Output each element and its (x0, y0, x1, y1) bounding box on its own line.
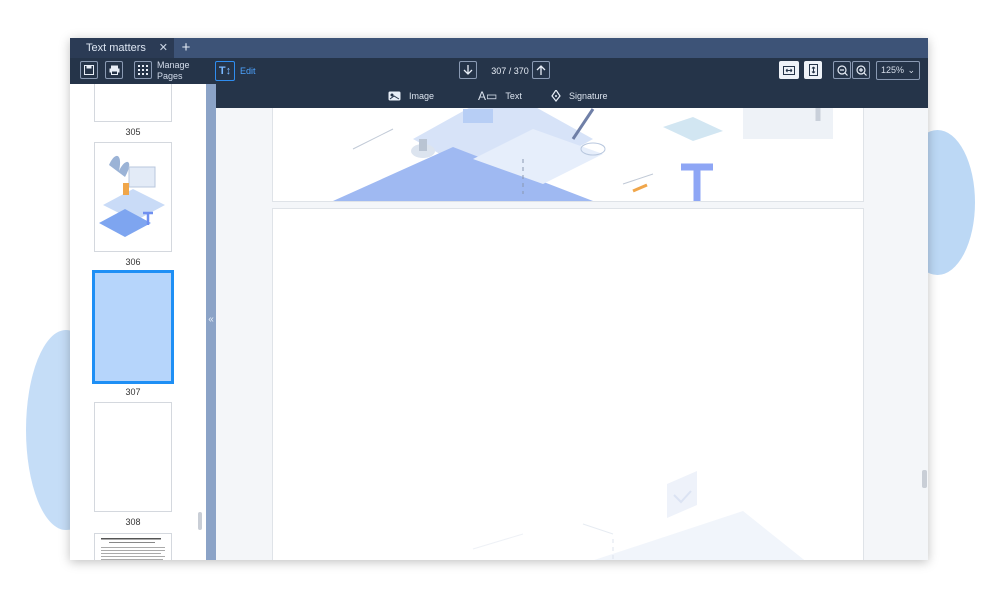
save-button[interactable] (80, 61, 98, 79)
page-thumbnail[interactable] (94, 533, 172, 560)
page-thumbnail[interactable] (94, 402, 172, 512)
text-tool-icon: A▭ (478, 89, 498, 103)
zoom-out-icon (836, 64, 848, 76)
manage-pages-label[interactable]: Manage Pages (157, 60, 190, 82)
page-thumbnail-selected[interactable] (92, 270, 174, 384)
insert-text-button[interactable]: A▭ Text (478, 84, 522, 108)
print-icon (109, 65, 119, 75)
page-text-preview (101, 538, 165, 560)
print-button[interactable] (105, 61, 123, 79)
arrow-up-icon (536, 65, 546, 75)
insert-image-button[interactable]: Image (388, 84, 434, 108)
fit-page-icon (808, 64, 818, 76)
next-page-button[interactable] (459, 61, 477, 79)
fit-width-icon (783, 65, 795, 75)
page-thumbnail-sidebar: 305 306 307 308 (70, 84, 206, 560)
zoom-in-icon (855, 64, 867, 76)
tab-bar: Text matters ✕ + (70, 38, 928, 58)
text-label: Text (505, 91, 522, 101)
previous-page-view (272, 108, 864, 202)
canvas-scrollbar[interactable] (922, 470, 927, 488)
image-icon (388, 91, 401, 101)
page-indicator: 307 / 370 (491, 66, 529, 76)
page-illustration (333, 108, 833, 201)
page-watermark-illustration (472, 471, 805, 560)
arrow-down-icon (463, 65, 473, 75)
collapse-sidebar-icon[interactable]: « (206, 314, 216, 325)
signature-label: Signature (569, 91, 608, 101)
page-illustration (99, 155, 165, 237)
zoom-out-button[interactable] (833, 61, 851, 79)
pen-nib-icon (551, 90, 561, 102)
page-thumbnail[interactable] (94, 84, 172, 122)
app-window: Text matters ✕ + Manage Pages T↕ Edit 30… (70, 38, 928, 560)
insert-signature-button[interactable]: Signature (551, 84, 608, 108)
edit-label[interactable]: Edit (240, 66, 256, 77)
page-thumbnail[interactable] (94, 142, 172, 252)
plus-icon[interactable]: + (178, 38, 194, 58)
insert-toolbar: Image A▭ Text Signature (216, 84, 928, 108)
sidebar-divider[interactable]: « (206, 84, 216, 560)
page-number-label: 306 (125, 257, 141, 267)
page-number-label: 305 (125, 127, 141, 137)
main-toolbar: Manage Pages T↕ Edit 307 / 370 125% ⌄ (70, 58, 928, 84)
sidebar-scrollbar[interactable] (198, 512, 202, 530)
chevron-down-icon: ⌄ (907, 65, 915, 75)
tab-title: Text matters (86, 42, 146, 54)
fit-width-button[interactable] (779, 61, 799, 79)
page-number-label: 308 (125, 517, 141, 527)
zoom-select[interactable]: 125% ⌄ (876, 61, 920, 80)
previous-page-button[interactable] (532, 61, 550, 79)
current-page-view (272, 208, 864, 560)
edit-text-icon: T↕ (218, 65, 232, 77)
close-icon[interactable]: ✕ (159, 38, 168, 58)
manage-pages-line1: Manage (157, 60, 190, 70)
image-label: Image (409, 91, 435, 101)
document-canvas[interactable] (216, 108, 928, 560)
zoom-in-button[interactable] (852, 61, 870, 79)
page-number-label: 307 (125, 387, 141, 397)
tab-document[interactable]: Text matters ✕ (70, 38, 174, 58)
zoom-value: 125% (881, 65, 905, 75)
fit-page-button[interactable] (804, 61, 822, 79)
grid-icon (138, 65, 148, 75)
save-icon (84, 65, 94, 75)
edit-mode-button[interactable]: T↕ (215, 61, 235, 81)
manage-pages-line2: Pages (157, 71, 183, 81)
manage-pages-button[interactable] (134, 61, 152, 79)
